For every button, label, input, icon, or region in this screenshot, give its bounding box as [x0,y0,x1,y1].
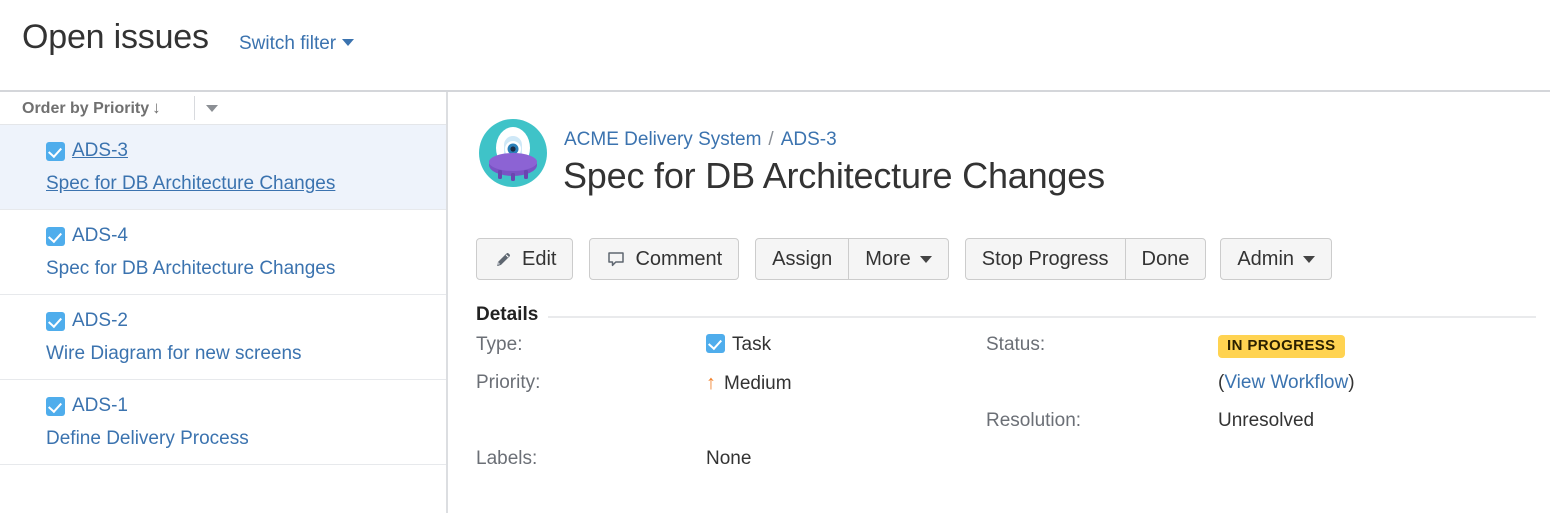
priority-value: ↑ Medium [706,370,792,397]
status-value: IN PROGRESS [1218,332,1345,358]
more-button[interactable]: More [848,238,949,280]
comment-button-label: Comment [635,247,723,270]
breadcrumb: ACME Delivery System / ADS-3 [564,128,837,151]
order-by-label: Order by Priority [22,100,150,117]
assign-button-label: Assign [772,247,833,270]
detail-row-type: Type: Task [476,332,976,370]
list-item[interactable]: ADS-4 Spec for DB Architecture Changes [0,210,446,295]
chevron-down-icon [342,39,355,46]
switch-filter-dropdown[interactable]: Switch filter [239,33,355,55]
detail-row-resolution: Resolution: Unresolved [986,408,1506,446]
breadcrumb-project-link[interactable]: ACME Delivery System [564,129,761,150]
list-item[interactable]: ADS-2 Wire Diagram for new screens [0,295,446,380]
page-title: Open issues [22,18,209,56]
workflow-close-paren: ) [1348,372,1355,393]
task-icon [706,334,725,353]
resolution-value: Unresolved [1218,410,1315,431]
details-section-header: Details [476,304,1536,326]
edit-button[interactable]: Edit [476,238,574,280]
labels-value: None [706,448,752,469]
chevron-down-icon [919,255,932,263]
list-item[interactable]: ADS-1 Define Delivery Process [0,380,446,465]
details-divider [476,316,1536,318]
issue-key-link[interactable]: ADS-3 [72,139,128,163]
arrow-up-icon: ↑ [706,372,716,394]
done-button-label: Done [1141,247,1190,270]
task-icon [46,397,65,416]
status-badge[interactable]: IN PROGRESS [1218,335,1345,358]
done-button[interactable]: Done [1124,238,1207,280]
switch-filter-label: Switch filter [239,33,337,54]
issue-action-toolbar: Edit Comment Assign More Stop Progress D… [476,238,1333,280]
chevron-down-icon [1303,255,1316,263]
issue-list: ADS-3 Spec for DB Architecture Changes A… [0,125,446,465]
speech-bubble-icon [606,249,626,269]
sidebar-toolbar: Order by Priority ↓ [0,92,446,125]
details-spacer [476,408,976,446]
more-button-label: More [865,247,911,270]
task-icon [46,142,65,161]
edit-button-label: Edit [522,247,557,270]
detail-row-workflow: (View Workflow) [986,370,1506,408]
assign-button[interactable]: Assign [755,238,850,280]
detail-row-priority: Priority: ↑ Medium [476,370,976,408]
admin-button-label: Admin [1237,247,1295,270]
type-label: Type: [476,334,523,355]
breadcrumb-separator: / [768,129,774,150]
priority-label: Priority: [476,372,541,393]
detail-row-status: Status: IN PROGRESS [986,332,1506,370]
comment-button[interactable]: Comment [589,238,740,280]
pencil-icon [493,249,513,269]
issue-key-link[interactable]: ADS-4 [72,224,128,248]
admin-button[interactable]: Admin [1220,238,1333,280]
toolbar-divider [194,96,195,120]
issue-summary-link[interactable]: Spec for DB Architecture Changes [46,172,430,196]
task-icon [46,227,65,246]
issue-key-link[interactable]: ADS-1 [72,394,128,418]
issue-key-link[interactable]: ADS-2 [72,309,128,333]
issue-list-sidebar: Order by Priority ↓ ADS-3 Spec for DB Arc… [0,92,448,513]
resolution-label: Resolution: [986,410,1082,431]
issue-summary-link[interactable]: Wire Diagram for new screens [46,342,430,366]
detail-row-labels: Labels: None [476,446,976,484]
status-label: Status: [986,334,1046,355]
assign-button-group: Assign More [755,238,949,280]
list-item[interactable]: ADS-3 Spec for DB Architecture Changes [0,125,446,210]
task-icon [46,312,65,331]
priority-value-text: Medium [724,373,792,394]
details-right-column: Status: IN PROGRESS (View Workflow) Reso… [986,332,1506,446]
issue-summary-link[interactable]: Define Delivery Process [46,427,430,451]
labels-label: Labels: [476,448,538,469]
issue-title: Spec for DB Architecture Changes [563,155,1105,196]
stop-progress-button-label: Stop Progress [981,247,1109,270]
details-section-title: Details [476,304,549,326]
workflow-button-group: Stop Progress Done [964,238,1207,280]
type-value: Task [706,332,771,358]
issue-summary-link[interactable]: Spec for DB Architecture Changes [46,257,430,281]
arrow-down-icon: ↓ [152,98,161,117]
breadcrumb-issue-key-link[interactable]: ADS-3 [781,129,837,150]
details-left-column: Type: Task Priority: ↑ Medium Labels: Non… [476,332,976,484]
sidebar-options-chevron-down-icon[interactable] [206,105,218,112]
type-value-text: Task [732,334,772,355]
project-avatar-alien-icon [478,118,548,188]
order-by-control[interactable]: Order by Priority ↓ [22,98,161,119]
view-workflow-line: (View Workflow) [1218,370,1355,396]
page-header: Open issues Switch filter [0,0,1550,92]
view-workflow-link[interactable]: View Workflow [1224,372,1348,393]
issue-detail-panel: ACME Delivery System / ADS-3 Spec for DB A… [450,92,1550,513]
stop-progress-button[interactable]: Stop Progress [964,238,1126,280]
